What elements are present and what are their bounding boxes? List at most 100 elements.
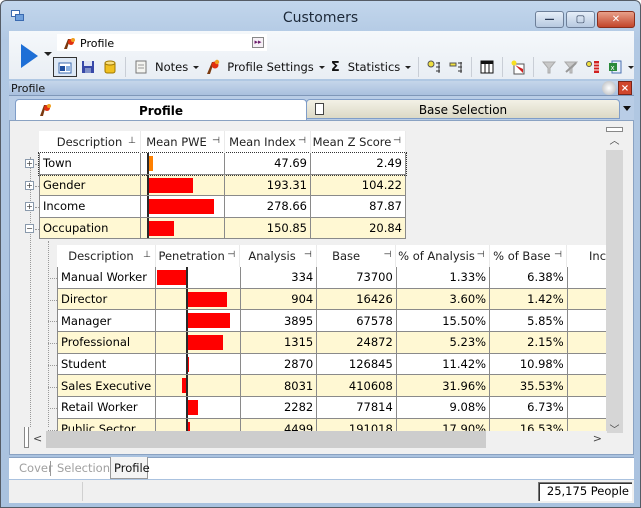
- column-header-analysis[interactable]: Analysis ⊣: [240, 245, 317, 267]
- tree-line: [35, 228, 39, 230]
- scroll-up-icon[interactable]: ︿: [606, 133, 623, 150]
- tab-selection[interactable]: Selection: [57, 461, 110, 475]
- pin-icon[interactable]: ⊣: [298, 136, 306, 146]
- tree-line: [48, 343, 57, 345]
- occupation-row[interactable]: Sales Executive 8031 410608 31.96% 35.53%: [57, 375, 607, 398]
- profile-row[interactable]: Occupation 150.85 20.84: [39, 217, 406, 239]
- expand-all-button[interactable]: [423, 57, 445, 77]
- cell-description: Director: [57, 288, 157, 310]
- pin-icon[interactable]: ⊣: [554, 250, 562, 260]
- pin-icon[interactable]: ⊥: [143, 250, 151, 260]
- occupation-row[interactable]: Retail Worker 2282 77814 9.08% 6.73%: [57, 397, 607, 419]
- pin-icon[interactable]: ⊣: [384, 250, 392, 260]
- column-header-pct-analysis[interactable]: % of Analysis ⊣: [396, 245, 490, 267]
- tab-cover[interactable]: Cover: [19, 461, 53, 475]
- cell-penetration: [156, 310, 241, 332]
- pin-icon[interactable]: [602, 81, 616, 95]
- occupation-row[interactable]: Professional 1315 24872 5.23% 2.15%: [57, 332, 607, 354]
- columns-button[interactable]: [476, 57, 498, 77]
- tabs-dropdown-icon[interactable]: [623, 106, 631, 111]
- cell-pct-analysis: 15.50%: [397, 310, 491, 332]
- vertical-scrollbar[interactable]: ︿ ﹀: [606, 127, 623, 436]
- pin-icon[interactable]: ⊣: [477, 250, 485, 260]
- expand-icon[interactable]: +: [25, 159, 34, 168]
- close-button[interactable]: ✕: [597, 11, 635, 28]
- scroll-right-icon[interactable]: >: [593, 432, 602, 445]
- profile-settings-button[interactable]: Profile Settings: [202, 57, 328, 77]
- column-header-penetration[interactable]: Penetration ⊣: [156, 245, 241, 267]
- tab-base-selection[interactable]: Base Selection: [306, 99, 620, 119]
- collapse-all-button[interactable]: [445, 57, 467, 77]
- export-excel-button[interactable]: x: [604, 57, 637, 77]
- bar-axis: [186, 375, 189, 397]
- cell-pct-base: 2.15%: [490, 332, 568, 353]
- pin-icon[interactable]: ⊥: [128, 136, 136, 146]
- profile-selector[interactable]: Profile ▸▸: [57, 34, 267, 51]
- maximize-button[interactable]: ▢: [566, 11, 595, 28]
- occupation-row[interactable]: Student 2870 126845 11.42% 10.98%: [57, 353, 607, 376]
- pin-icon[interactable]: ⊣: [304, 250, 312, 260]
- save-button[interactable]: [77, 57, 99, 77]
- column-header-base[interactable]: Base ⊣: [317, 245, 397, 267]
- minimize-button[interactable]: —: [535, 11, 564, 28]
- scrollbar-grip[interactable]: [24, 427, 29, 448]
- run-dropdown-icon[interactable]: [44, 52, 52, 56]
- column-header-description[interactable]: Description ⊥: [57, 245, 156, 267]
- bar-axis: [186, 397, 189, 418]
- cell-mean-z-score: 104.22: [311, 174, 406, 195]
- database-button[interactable]: [99, 57, 121, 77]
- clear-filter-button[interactable]: [560, 57, 582, 77]
- notes-button[interactable]: Notes: [130, 57, 202, 77]
- scrollbar-grip[interactable]: [606, 127, 623, 132]
- expand-icon[interactable]: +: [25, 180, 34, 190]
- occupation-row[interactable]: Director 904 16426 3.60% 1.42%: [57, 288, 607, 311]
- run-icon[interactable]: [21, 44, 38, 68]
- pin-icon[interactable]: ⊣: [212, 136, 220, 146]
- occupation-row[interactable]: Manual Worker 334 73700 1.33% 6.38%: [57, 267, 607, 289]
- profile-row[interactable]: Gender 193.31 104.22: [39, 174, 406, 196]
- column-header-description[interactable]: Description ⊥: [39, 131, 141, 153]
- clear-filter-icon: [564, 61, 579, 74]
- panel-close-button[interactable]: ×: [618, 81, 632, 95]
- occupation-row[interactable]: Manager 3895 67578 15.50% 5.85%: [57, 310, 607, 333]
- tree-line: [48, 386, 57, 388]
- tab-profile[interactable]: Profile: [15, 99, 307, 121]
- cell-base: 24872: [317, 332, 397, 353]
- column-header-mean-z-score[interactable]: Mean Z Score ⊣: [311, 131, 406, 153]
- go-button[interactable]: ▸▸: [252, 37, 264, 48]
- filter-button[interactable]: [538, 57, 560, 77]
- cell-penetration: [156, 397, 241, 418]
- horizontal-scrollbar[interactable]: < >: [30, 431, 607, 448]
- column-header-mean-index[interactable]: Mean Index ⊣: [225, 131, 311, 153]
- statistics-button[interactable]: Σ Statistics: [328, 57, 414, 77]
- profile-row[interactable]: Town 47.69 2.49: [38, 152, 407, 176]
- scroll-left-icon[interactable]: <: [33, 432, 42, 445]
- cell-index: [568, 267, 607, 288]
- cell-description: Town: [39, 153, 141, 174]
- profile-row[interactable]: Income 278.66 87.87: [39, 196, 406, 218]
- lock-view-button[interactable]: [53, 57, 77, 77]
- cell-mean-z-score: 2.49: [311, 153, 406, 174]
- column-header-index[interactable]: Inc: [567, 245, 607, 267]
- cell-mean-pwe: [141, 196, 225, 217]
- expand-icon[interactable]: +: [25, 202, 34, 211]
- color-code-icon: [586, 61, 600, 73]
- tab-profile-doc[interactable]: Profile: [114, 461, 150, 475]
- bar-axis: [147, 153, 149, 174]
- color-code-button[interactable]: [582, 57, 604, 77]
- columns-icon: [480, 60, 494, 74]
- chevron-down-icon: [193, 65, 200, 69]
- tab-profile-label: Profile: [138, 104, 184, 118]
- scrollbar-thumb[interactable]: [46, 431, 486, 448]
- tree-line: [48, 241, 49, 427]
- penetration-bar: [187, 313, 231, 329]
- new-chart-button[interactable]: [507, 57, 529, 77]
- scroll-down-icon[interactable]: ﹀: [606, 422, 623, 439]
- collapse-icon[interactable]: −: [25, 223, 34, 233]
- column-header-mean-pwe[interactable]: Mean PWE ⊣: [141, 131, 225, 153]
- pin-icon[interactable]: ⊣: [227, 250, 235, 260]
- cell-penetration: [156, 375, 241, 397]
- profile-icon: [64, 38, 75, 49]
- pin-icon[interactable]: ⊣: [393, 136, 401, 146]
- column-header-pct-base[interactable]: % of Base ⊣: [490, 245, 568, 267]
